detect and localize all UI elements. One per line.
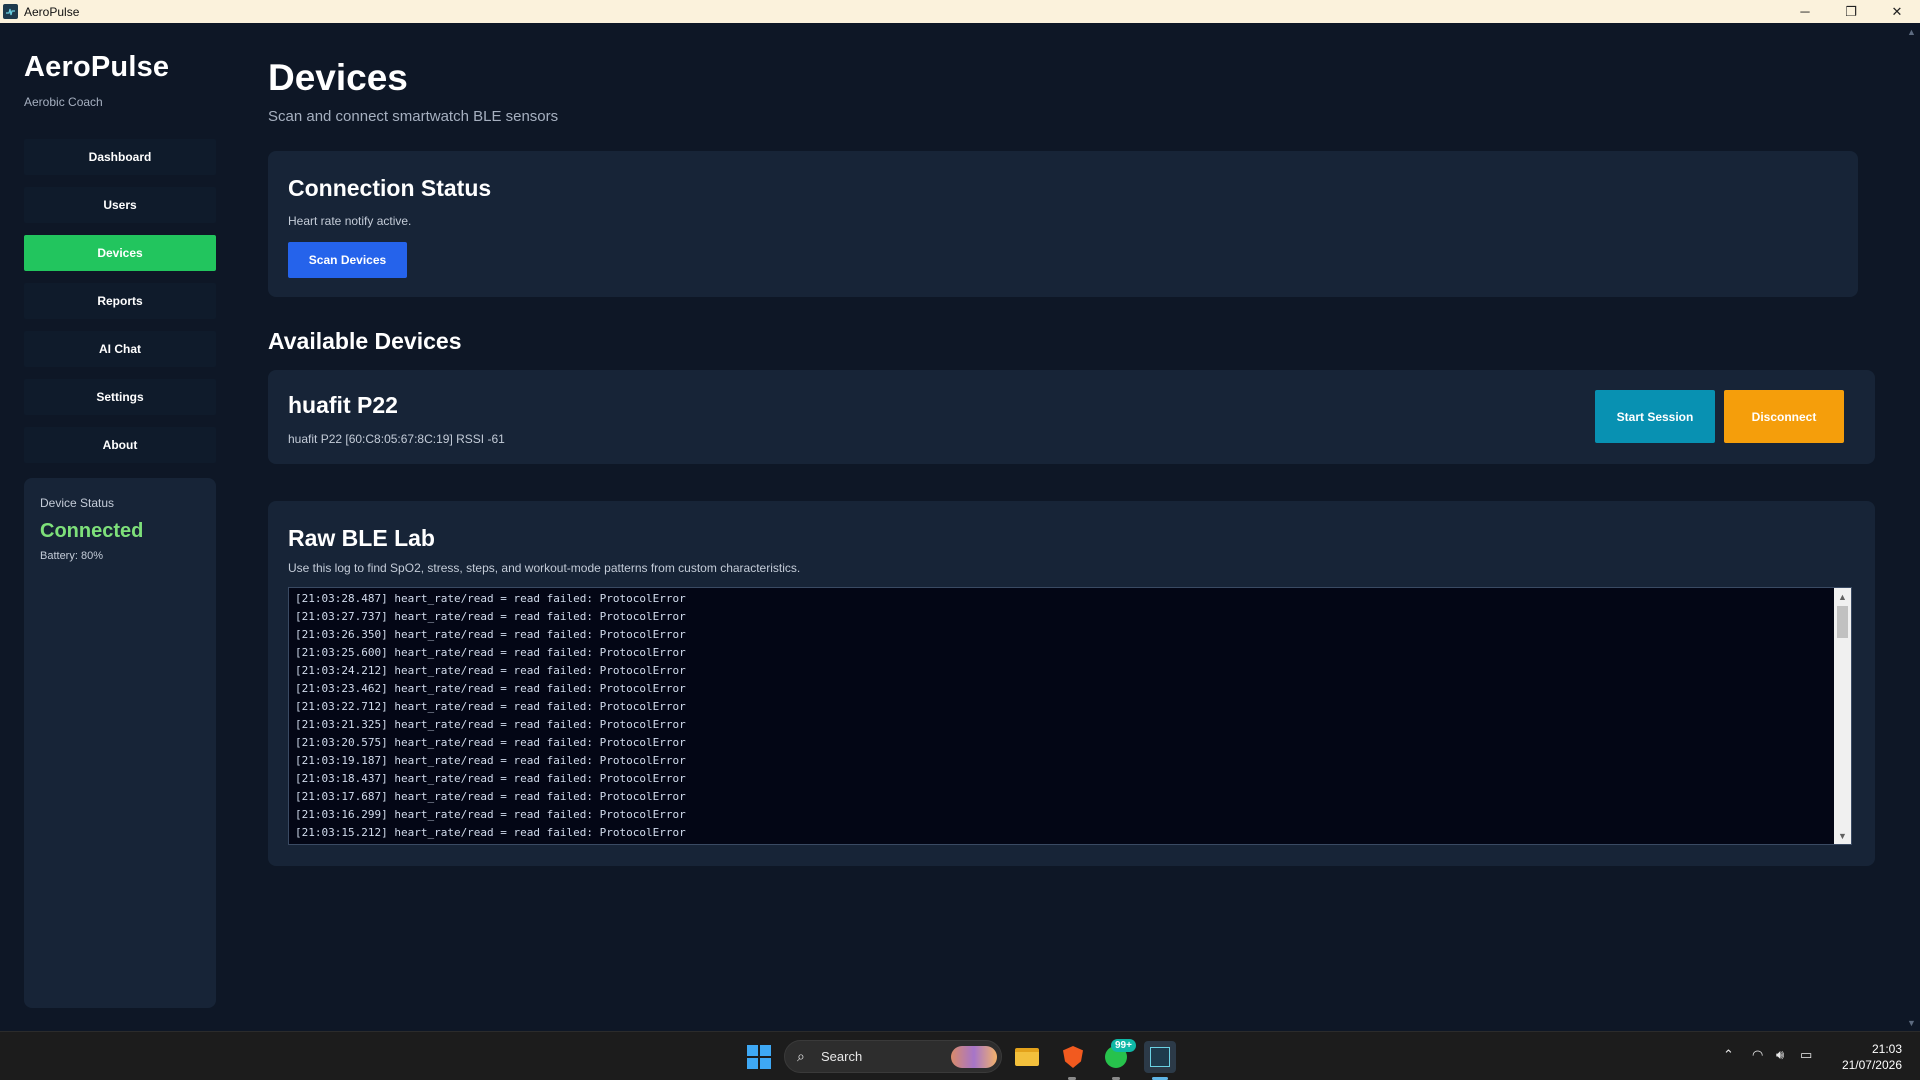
clock-time: 21:03 [1871, 1042, 1902, 1056]
sidebar: AeroPulse Aerobic Coach Dashboard Users … [0, 23, 240, 1031]
page-subtitle: Scan and connect smartwatch BLE sensors [268, 108, 559, 125]
page-scrollbar[interactable]: ▲ ▼ [1903, 23, 1920, 1031]
disconnect-button[interactable]: Disconnect [1724, 390, 1844, 443]
sidebar-item-settings[interactable]: Settings [24, 379, 216, 415]
page-title: Devices [268, 57, 408, 98]
log-line: [21:03:26.350] heart_rate/read = read fa… [295, 628, 686, 641]
connection-status-title: Connection Status [288, 175, 492, 201]
raw-ble-lab-title: Raw BLE Lab [288, 525, 435, 551]
sidebar-item-about[interactable]: About [24, 427, 216, 463]
app-icon [3, 4, 18, 19]
battery-level: Battery: 80% [40, 550, 103, 562]
window-title: AeroPulse [24, 4, 80, 19]
log-line: [21:03:27.737] heart_rate/read = read fa… [295, 610, 686, 623]
connection-status-card: Connection Status Heart rate notify acti… [268, 151, 1858, 297]
volume-icon[interactable]: 🔊︎ [1776, 1047, 1784, 1063]
log-line: [21:03:23.462] heart_rate/read = read fa… [295, 682, 686, 695]
file-explorer-icon[interactable] [1011, 1041, 1043, 1073]
log-line: [21:03:17.687] heart_rate/read = read fa… [295, 790, 686, 803]
taskbar-search-label: Search [821, 1049, 863, 1064]
sidebar-item-dashboard[interactable]: Dashboard [24, 139, 216, 175]
log-line: [21:03:24.212] heart_rate/read = read fa… [295, 664, 686, 677]
search-icon: ⌕ [797, 1048, 805, 1064]
taskbar-search[interactable]: ⌕ Search [784, 1040, 1002, 1073]
scroll-down-arrow-icon[interactable]: ▼ [1834, 827, 1851, 844]
brand-title: AeroPulse [24, 51, 170, 83]
log-scrollbar[interactable]: ▲ ▼ [1834, 588, 1851, 844]
log-lines: [21:03:28.487] heart_rate/read = read fa… [295, 590, 1825, 842]
log-line: [21:03:28.487] heart_rate/read = read fa… [295, 592, 686, 605]
minimize-button[interactable]: ─ [1782, 0, 1828, 23]
device-status-value: Connected [40, 520, 144, 542]
page-scroll-down-icon[interactable]: ▼ [1903, 1014, 1920, 1031]
device-name: huafit P22 [288, 392, 398, 418]
page-scroll-up-icon[interactable]: ▲ [1903, 23, 1920, 40]
sidebar-item-users[interactable]: Users [24, 187, 216, 223]
log-line: [21:03:21.325] heart_rate/read = read fa… [295, 718, 686, 731]
whatsapp-badge: 99+ [1111, 1039, 1136, 1052]
device-details: huafit P22 [60:C8:05:67:8C:19] RSSI -61 [288, 432, 505, 446]
log-line: [21:03:22.712] heart_rate/read = read fa… [295, 700, 686, 713]
brave-browser-icon[interactable] [1057, 1041, 1089, 1073]
scan-devices-button[interactable]: Scan Devices [288, 242, 407, 278]
ble-log-textarea[interactable]: [21:03:28.487] heart_rate/read = read fa… [288, 587, 1852, 845]
raw-ble-lab-card: Raw BLE Lab Use this log to find SpO2, s… [268, 501, 1875, 866]
sidebar-item-ai-chat[interactable]: AI Chat [24, 331, 216, 367]
raw-ble-lab-subtitle: Use this log to find SpO2, stress, steps… [288, 561, 801, 575]
log-line: [21:03:16.299] heart_rate/read = read fa… [295, 808, 686, 821]
windows-start-icon[interactable] [747, 1045, 771, 1069]
device-status-label: Device Status [40, 496, 115, 510]
app-window: AeroPulse Aerobic Coach Dashboard Users … [0, 23, 1920, 1031]
log-line: [21:03:25.600] heart_rate/read = read fa… [295, 646, 686, 659]
connection-status-message: Heart rate notify active. [288, 214, 412, 228]
sidebar-nav: Dashboard Users Devices Reports AI Chat … [24, 139, 216, 475]
maximize-button[interactable]: ❐ [1828, 0, 1874, 23]
search-highlight-icon [951, 1046, 997, 1068]
main-content: Devices Scan and connect smartwatch BLE … [268, 23, 1878, 1031]
taskbar-clock[interactable]: 21:03 21/07/2026 [1836, 1041, 1902, 1073]
aeropulse-taskbar-icon[interactable] [1144, 1041, 1176, 1073]
scroll-thumb[interactable] [1837, 606, 1848, 638]
log-line: [21:03:18.437] heart_rate/read = read fa… [295, 772, 686, 785]
scroll-up-arrow-icon[interactable]: ▲ [1834, 588, 1851, 605]
wifi-icon[interactable]: ◠ [1752, 1047, 1763, 1063]
device-card: huafit P22 huafit P22 [60:C8:05:67:8C:19… [268, 370, 1875, 464]
log-line: [21:03:19.187] heart_rate/read = read fa… [295, 754, 686, 767]
close-button[interactable]: ✕ [1874, 0, 1920, 23]
log-line: [21:03:15.212] heart_rate/read = read fa… [295, 826, 686, 839]
start-session-button[interactable]: Start Session [1595, 390, 1715, 443]
brand-subtitle: Aerobic Coach [24, 95, 103, 109]
log-line: [21:03:20.575] heart_rate/read = read fa… [295, 736, 686, 749]
clock-date: 21/07/2026 [1841, 1058, 1902, 1072]
window-titlebar: AeroPulse ─ ❐ ✕ [0, 0, 1920, 23]
sidebar-item-devices[interactable]: Devices [24, 235, 216, 271]
battery-icon[interactable]: ▭ [1800, 1047, 1812, 1063]
device-status-card: Device Status Connected Battery: 80% [24, 478, 216, 1008]
tray-chevron-up-icon[interactable]: ⌃ [1723, 1047, 1734, 1063]
taskbar: ⌕ Search 99+ ⌃ ◠ 🔊︎ ▭ 21:03 21/07/2026 [0, 1031, 1920, 1080]
sidebar-item-reports[interactable]: Reports [24, 283, 216, 319]
available-devices-title: Available Devices [268, 328, 462, 354]
